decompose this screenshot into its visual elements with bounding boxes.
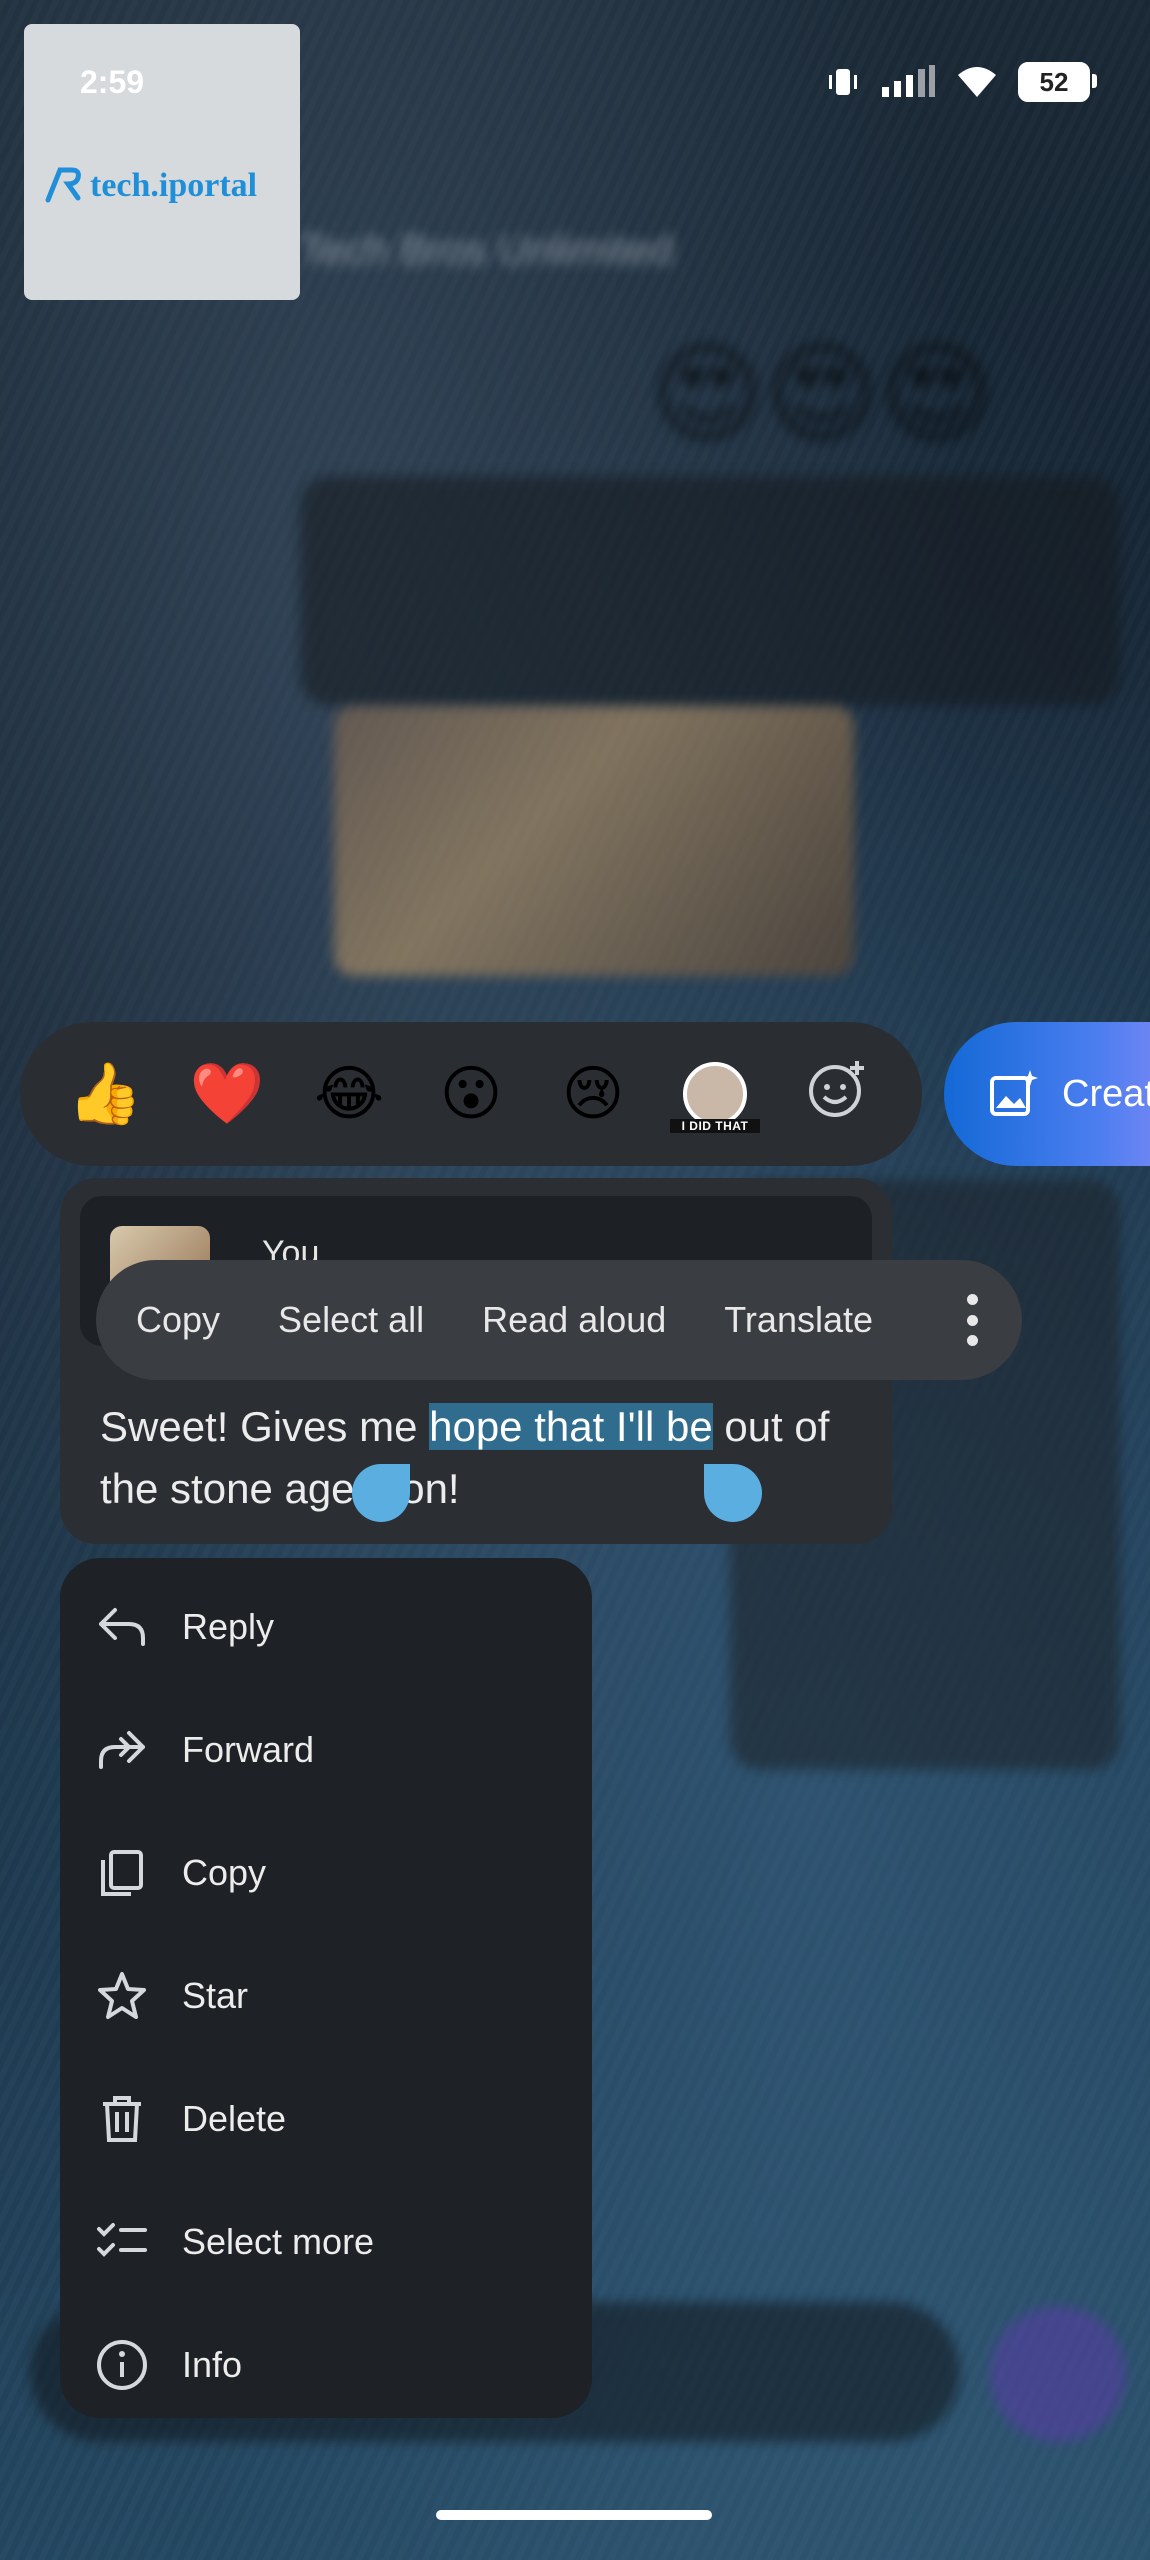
menu-copy-label: Copy [182, 1852, 267, 1893]
menu-info[interactable]: Info [60, 2310, 592, 2420]
menu-select-more-label: Select more [182, 2221, 375, 2262]
forward-icon [99, 1731, 145, 1769]
selection-start-handle[interactable] [352, 1464, 410, 1522]
add-emoji-icon [809, 1061, 864, 1117]
reaction-crying[interactable]: 😢 [548, 1064, 638, 1124]
reply-icon [99, 1608, 145, 1646]
menu-select-more[interactable]: Select more [60, 2187, 592, 2297]
menu-reply[interactable]: Reply [60, 1572, 592, 1682]
reaction-laughing[interactable]: 😂 [304, 1064, 394, 1124]
status-bar: 52 [826, 62, 1097, 102]
home-indicator[interactable] [436, 2510, 712, 2520]
menu-forward-label: Forward [182, 1729, 315, 1770]
toolbar-translate-button[interactable]: Translate [724, 1299, 873, 1341]
menu-delete-label: Delete [182, 2098, 287, 2139]
reaction-thumbs-up[interactable]: 👍 [60, 1064, 150, 1124]
brand-logo-icon [45, 167, 81, 203]
status-time: 2:59 [80, 64, 145, 100]
image-sparkle-icon [990, 1070, 1038, 1116]
sticker-face-icon [683, 1062, 747, 1126]
reaction-sticker[interactable]: I DID THAT [670, 1049, 760, 1139]
menu-copy[interactable]: Copy [60, 1818, 592, 1928]
message-text-selected[interactable]: hope that I'll be [429, 1403, 713, 1450]
blurred-fab [990, 2306, 1126, 2442]
blurred-reply-card [300, 476, 1120, 706]
menu-reply-label: Reply [182, 1606, 275, 1647]
menu-delete[interactable]: Delete [60, 2064, 592, 2174]
create-sticker-button[interactable]: Creat [944, 1022, 1150, 1166]
menu-info-label: Info [182, 2344, 243, 2385]
watermark-brand-text: tech.iportal [90, 167, 258, 204]
message-text-before: Sweet! Gives me [100, 1403, 430, 1450]
menu-forward[interactable]: Forward [60, 1695, 592, 1805]
reaction-heart[interactable]: ❤️ [182, 1064, 272, 1124]
blurred-chat-title: Tech Bros Unlimited [300, 226, 674, 273]
checklist-icon [97, 2223, 147, 2257]
sticker-caption: I DID THAT [670, 1119, 760, 1133]
battery-level: 52 [1039, 66, 1069, 97]
toolbar-copy-button[interactable]: Copy [136, 1299, 220, 1341]
toolbar-read-aloud-button[interactable]: Read aloud [482, 1299, 666, 1341]
signal-icon [882, 65, 935, 97]
vibrate-icon [829, 69, 857, 95]
info-icon [97, 2340, 147, 2390]
blurred-image-message [334, 706, 854, 976]
create-sticker-label: Creat [1062, 1072, 1150, 1115]
star-icon [98, 1972, 146, 2019]
selection-end-handle[interactable] [704, 1464, 762, 1522]
battery-indicator: 52 [1018, 62, 1097, 102]
more-options-icon[interactable] [962, 1294, 982, 1346]
trash-icon [103, 2096, 141, 2142]
message-action-menu: Reply Forward Copy Star Delete Select mo… [60, 1558, 592, 2418]
add-reaction-button[interactable] [792, 1057, 882, 1131]
text-selection-toolbar: Copy Select all Read aloud Translate [96, 1260, 1022, 1380]
watermark-overlay: 2:59 tech.iportal [24, 24, 300, 300]
menu-star[interactable]: Star [60, 1941, 592, 2051]
reaction-bar: 👍 ❤️ 😂 😮 😢 I DID THAT [20, 1022, 922, 1166]
copy-icon [101, 1850, 143, 1896]
wifi-icon [958, 67, 996, 97]
reaction-surprised[interactable]: 😮 [426, 1064, 516, 1124]
blurred-emoji-row: 😍😍😍 [650, 333, 995, 456]
watermark-brand: tech.iportal [44, 164, 257, 205]
menu-star-label: Star [182, 1975, 249, 2016]
toolbar-select-all-button[interactable]: Select all [278, 1299, 424, 1341]
